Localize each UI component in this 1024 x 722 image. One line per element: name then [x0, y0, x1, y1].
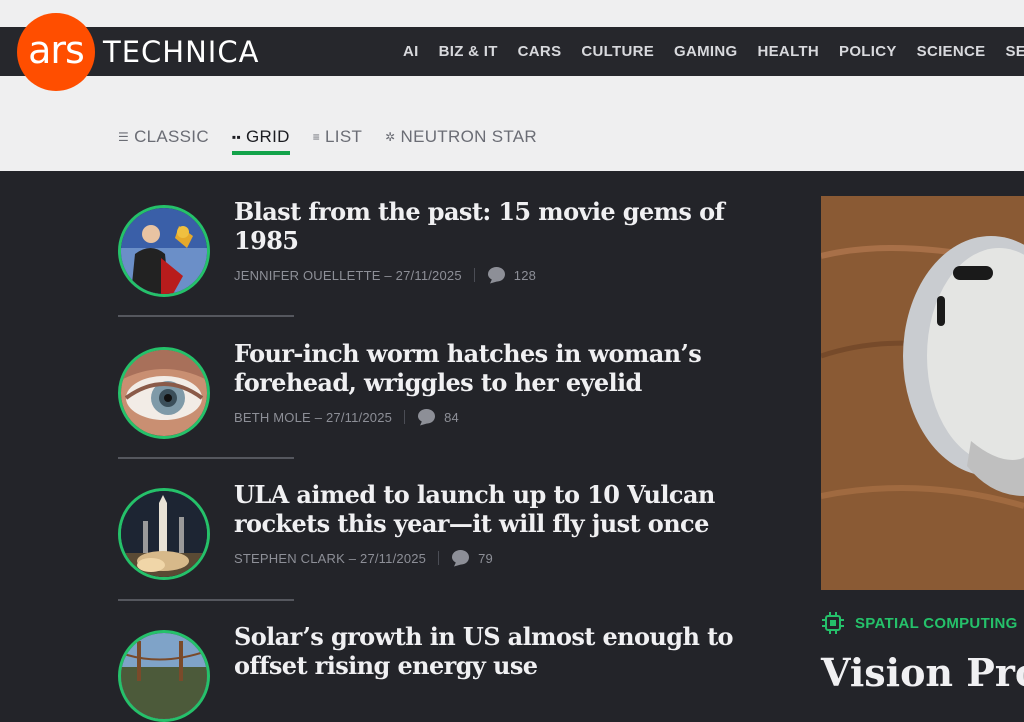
- article-byline[interactable]: STEPHEN CLARK – 27/11/2025: [234, 551, 426, 566]
- nav-item-ai[interactable]: AI: [403, 43, 419, 60]
- article-divider: [118, 457, 294, 459]
- article-headline[interactable]: Four-inch worm hatches in woman’s forehe…: [234, 339, 744, 397]
- view-neutron-star[interactable]: ✲ NEUTRON STAR: [385, 127, 537, 147]
- article-thumbnail[interactable]: [118, 630, 210, 722]
- article-divider: [118, 599, 294, 601]
- meta-separator: [473, 268, 475, 282]
- logo-ars-text: ars: [28, 28, 85, 72]
- neutron-star-icon: ✲: [385, 130, 396, 144]
- chip-icon: [822, 612, 844, 634]
- article-headline[interactable]: Blast from the past: 15 movie gems of 19…: [234, 197, 744, 255]
- feature-image[interactable]: [821, 196, 1024, 590]
- meta-separator: [404, 410, 406, 424]
- article-divider: [118, 315, 294, 317]
- article-meta: BETH MOLE – 27/11/2025 84: [234, 408, 459, 426]
- meta-separator: [438, 551, 440, 565]
- comment-icon[interactable]: [451, 549, 470, 567]
- article-headline[interactable]: ULA aimed to launch up to 10 Vulcan rock…: [234, 480, 744, 538]
- article-thumbnail[interactable]: [118, 488, 210, 580]
- view-label: CLASSIC: [134, 127, 209, 146]
- comment-icon[interactable]: [417, 408, 436, 426]
- view-grid[interactable]: ▪▪ GRID: [231, 127, 290, 155]
- main-nav: AI BIZ & IT CARS CULTURE GAMING HEALTH P…: [403, 27, 1024, 76]
- ars-logo[interactable]: ars: [17, 13, 95, 91]
- comment-icon[interactable]: [487, 266, 506, 284]
- view-label: GRID: [246, 127, 290, 146]
- feature-headline[interactable]: Vision Pro: [821, 650, 1024, 695]
- view-classic[interactable]: ☰ CLASSIC: [118, 127, 209, 147]
- view-label: NEUTRON STAR: [400, 127, 537, 146]
- browser-top-strip: [0, 0, 1024, 27]
- article-byline[interactable]: JENNIFER OUELLETTE – 27/11/2025: [234, 268, 462, 283]
- article-thumbnail[interactable]: [118, 205, 210, 297]
- nav-item-health[interactable]: HEALTH: [758, 43, 820, 60]
- article-byline[interactable]: BETH MOLE – 27/11/2025: [234, 410, 392, 425]
- feature-tag-label: SPATIAL COMPUTING: [855, 614, 1018, 632]
- article-headline[interactable]: Solar’s growth in US almost enough to of…: [234, 622, 744, 680]
- view-switcher: ☰ CLASSIC ▪▪ GRID ≡ LIST ✲ NEUTRON STAR: [118, 127, 537, 155]
- nav-item-culture[interactable]: CULTURE: [581, 43, 654, 60]
- nav-item-gaming[interactable]: GAMING: [674, 43, 737, 60]
- nav-item-science[interactable]: SCIENCE: [917, 43, 986, 60]
- article-thumbnail[interactable]: [118, 347, 210, 439]
- grid-view-icon: ▪▪: [231, 130, 242, 144]
- nav-item-policy[interactable]: POLICY: [839, 43, 897, 60]
- feature-section-tag[interactable]: SPATIAL COMPUTING: [821, 611, 1018, 635]
- comment-count[interactable]: 84: [444, 410, 459, 425]
- nav-item-cars[interactable]: CARS: [518, 43, 562, 60]
- nav-item-security[interactable]: SEC: [1005, 43, 1024, 60]
- nav-item-biz-it[interactable]: BIZ & IT: [439, 43, 498, 60]
- classic-view-icon: ☰: [118, 130, 130, 144]
- view-list[interactable]: ≡ LIST: [313, 127, 362, 147]
- comment-count[interactable]: 79: [478, 551, 493, 566]
- list-view-icon: ≡: [312, 130, 321, 144]
- view-switcher-bar: [0, 76, 1024, 171]
- article-meta: JENNIFER OUELLETTE – 27/11/2025 128: [234, 266, 536, 284]
- comment-count[interactable]: 128: [514, 268, 536, 283]
- logo-wordmark[interactable]: TECHNICA: [103, 36, 259, 68]
- article-meta: STEPHEN CLARK – 27/11/2025 79: [234, 549, 493, 567]
- view-label: LIST: [325, 127, 363, 146]
